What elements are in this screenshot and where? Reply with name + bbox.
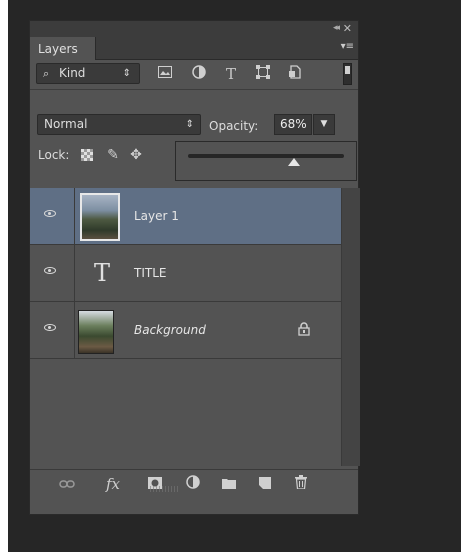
- close-icon[interactable]: ✕: [343, 22, 352, 35]
- collapse-panel-icon[interactable]: ◂◂: [333, 23, 340, 33]
- lock-position-icon[interactable]: ✥: [127, 146, 145, 164]
- blend-row: Normal ⇕ Opacity: 68% ▼: [30, 111, 358, 139]
- opacity-slider-popup: [175, 141, 357, 181]
- panel-menu-icon[interactable]: ▾≡: [341, 41, 354, 52]
- layer-thumbnail: [80, 193, 120, 241]
- smart-object-filter-icon[interactable]: [286, 65, 304, 83]
- layer-name[interactable]: Background: [134, 323, 206, 337]
- opacity-slider-track[interactable]: [188, 154, 344, 158]
- toggle-knob: [345, 66, 350, 74]
- layer-thumbnail: [78, 310, 114, 354]
- layers-bottom-toolbar: fx: [30, 469, 358, 498]
- layer-row[interactable]: Layer 1: [30, 188, 341, 245]
- layer-name[interactable]: TITLE: [134, 266, 166, 280]
- layer-row[interactable]: Background: [30, 302, 341, 359]
- search-icon: ⌕: [43, 67, 50, 80]
- lock-image-pixels-icon[interactable]: ✎: [104, 146, 122, 164]
- eye-icon: [44, 324, 56, 331]
- delete-layer-icon[interactable]: [290, 474, 312, 494]
- layers-scrollbar[interactable]: [341, 188, 360, 466]
- opacity-dropdown-button[interactable]: ▼: [313, 114, 335, 135]
- filter-kind-label: Kind: [59, 66, 86, 80]
- lock-icon: [298, 322, 310, 340]
- visibility-toggle[interactable]: [30, 188, 75, 244]
- image-filter-icon[interactable]: [156, 65, 174, 83]
- divider: [30, 89, 358, 90]
- filter-kind-select[interactable]: ⌕ Kind ⇕: [36, 63, 140, 84]
- tab-layers[interactable]: Layers: [30, 37, 96, 60]
- layers-panel: ◂◂ ✕ Layers ▾≡ ⌕ Kind ⇕ T Normal ⇕ Opaci…: [29, 20, 360, 515]
- link-layers-icon[interactable]: [56, 474, 78, 494]
- select-arrows-icon: ⇕: [185, 119, 194, 130]
- select-arrows-icon: ⇕: [122, 68, 131, 79]
- new-group-folder-icon[interactable]: [218, 474, 240, 494]
- opacity-label: Opacity:: [209, 119, 259, 133]
- panel-titlebar: ◂◂ ✕: [30, 21, 358, 37]
- eye-icon: [44, 267, 56, 274]
- shape-filter-icon[interactable]: [254, 65, 272, 83]
- adjustment-filter-icon[interactable]: [190, 65, 208, 83]
- blend-mode-select[interactable]: Normal ⇕: [37, 114, 201, 135]
- layer-name[interactable]: Layer 1: [134, 209, 179, 223]
- filter-toggle-switch[interactable]: [343, 63, 352, 85]
- lock-transparent-pixels-icon[interactable]: [81, 149, 93, 161]
- layer-filter-row: ⌕ Kind ⇕ T: [30, 60, 358, 88]
- visibility-toggle[interactable]: [30, 302, 75, 358]
- panel-resize-grip[interactable]: [150, 486, 180, 492]
- lock-label: Lock:: [38, 148, 70, 162]
- layers-list: Layer 1 T TITLE Background: [30, 188, 341, 466]
- opacity-input[interactable]: 68%: [274, 114, 312, 135]
- eye-icon: [44, 210, 56, 217]
- opacity-slider-thumb[interactable]: [288, 158, 301, 166]
- layer-row[interactable]: T TITLE: [30, 245, 341, 302]
- blend-mode-value: Normal: [44, 117, 88, 131]
- new-layer-icon[interactable]: [254, 474, 276, 494]
- visibility-toggle[interactable]: [30, 245, 75, 301]
- panel-tab-bar: Layers ▾≡: [30, 37, 358, 60]
- new-adjustment-layer-icon[interactable]: [182, 474, 204, 494]
- type-filter-icon[interactable]: T: [222, 65, 240, 83]
- type-layer-icon: T: [94, 259, 111, 287]
- layer-style-fx-icon[interactable]: fx: [102, 474, 124, 494]
